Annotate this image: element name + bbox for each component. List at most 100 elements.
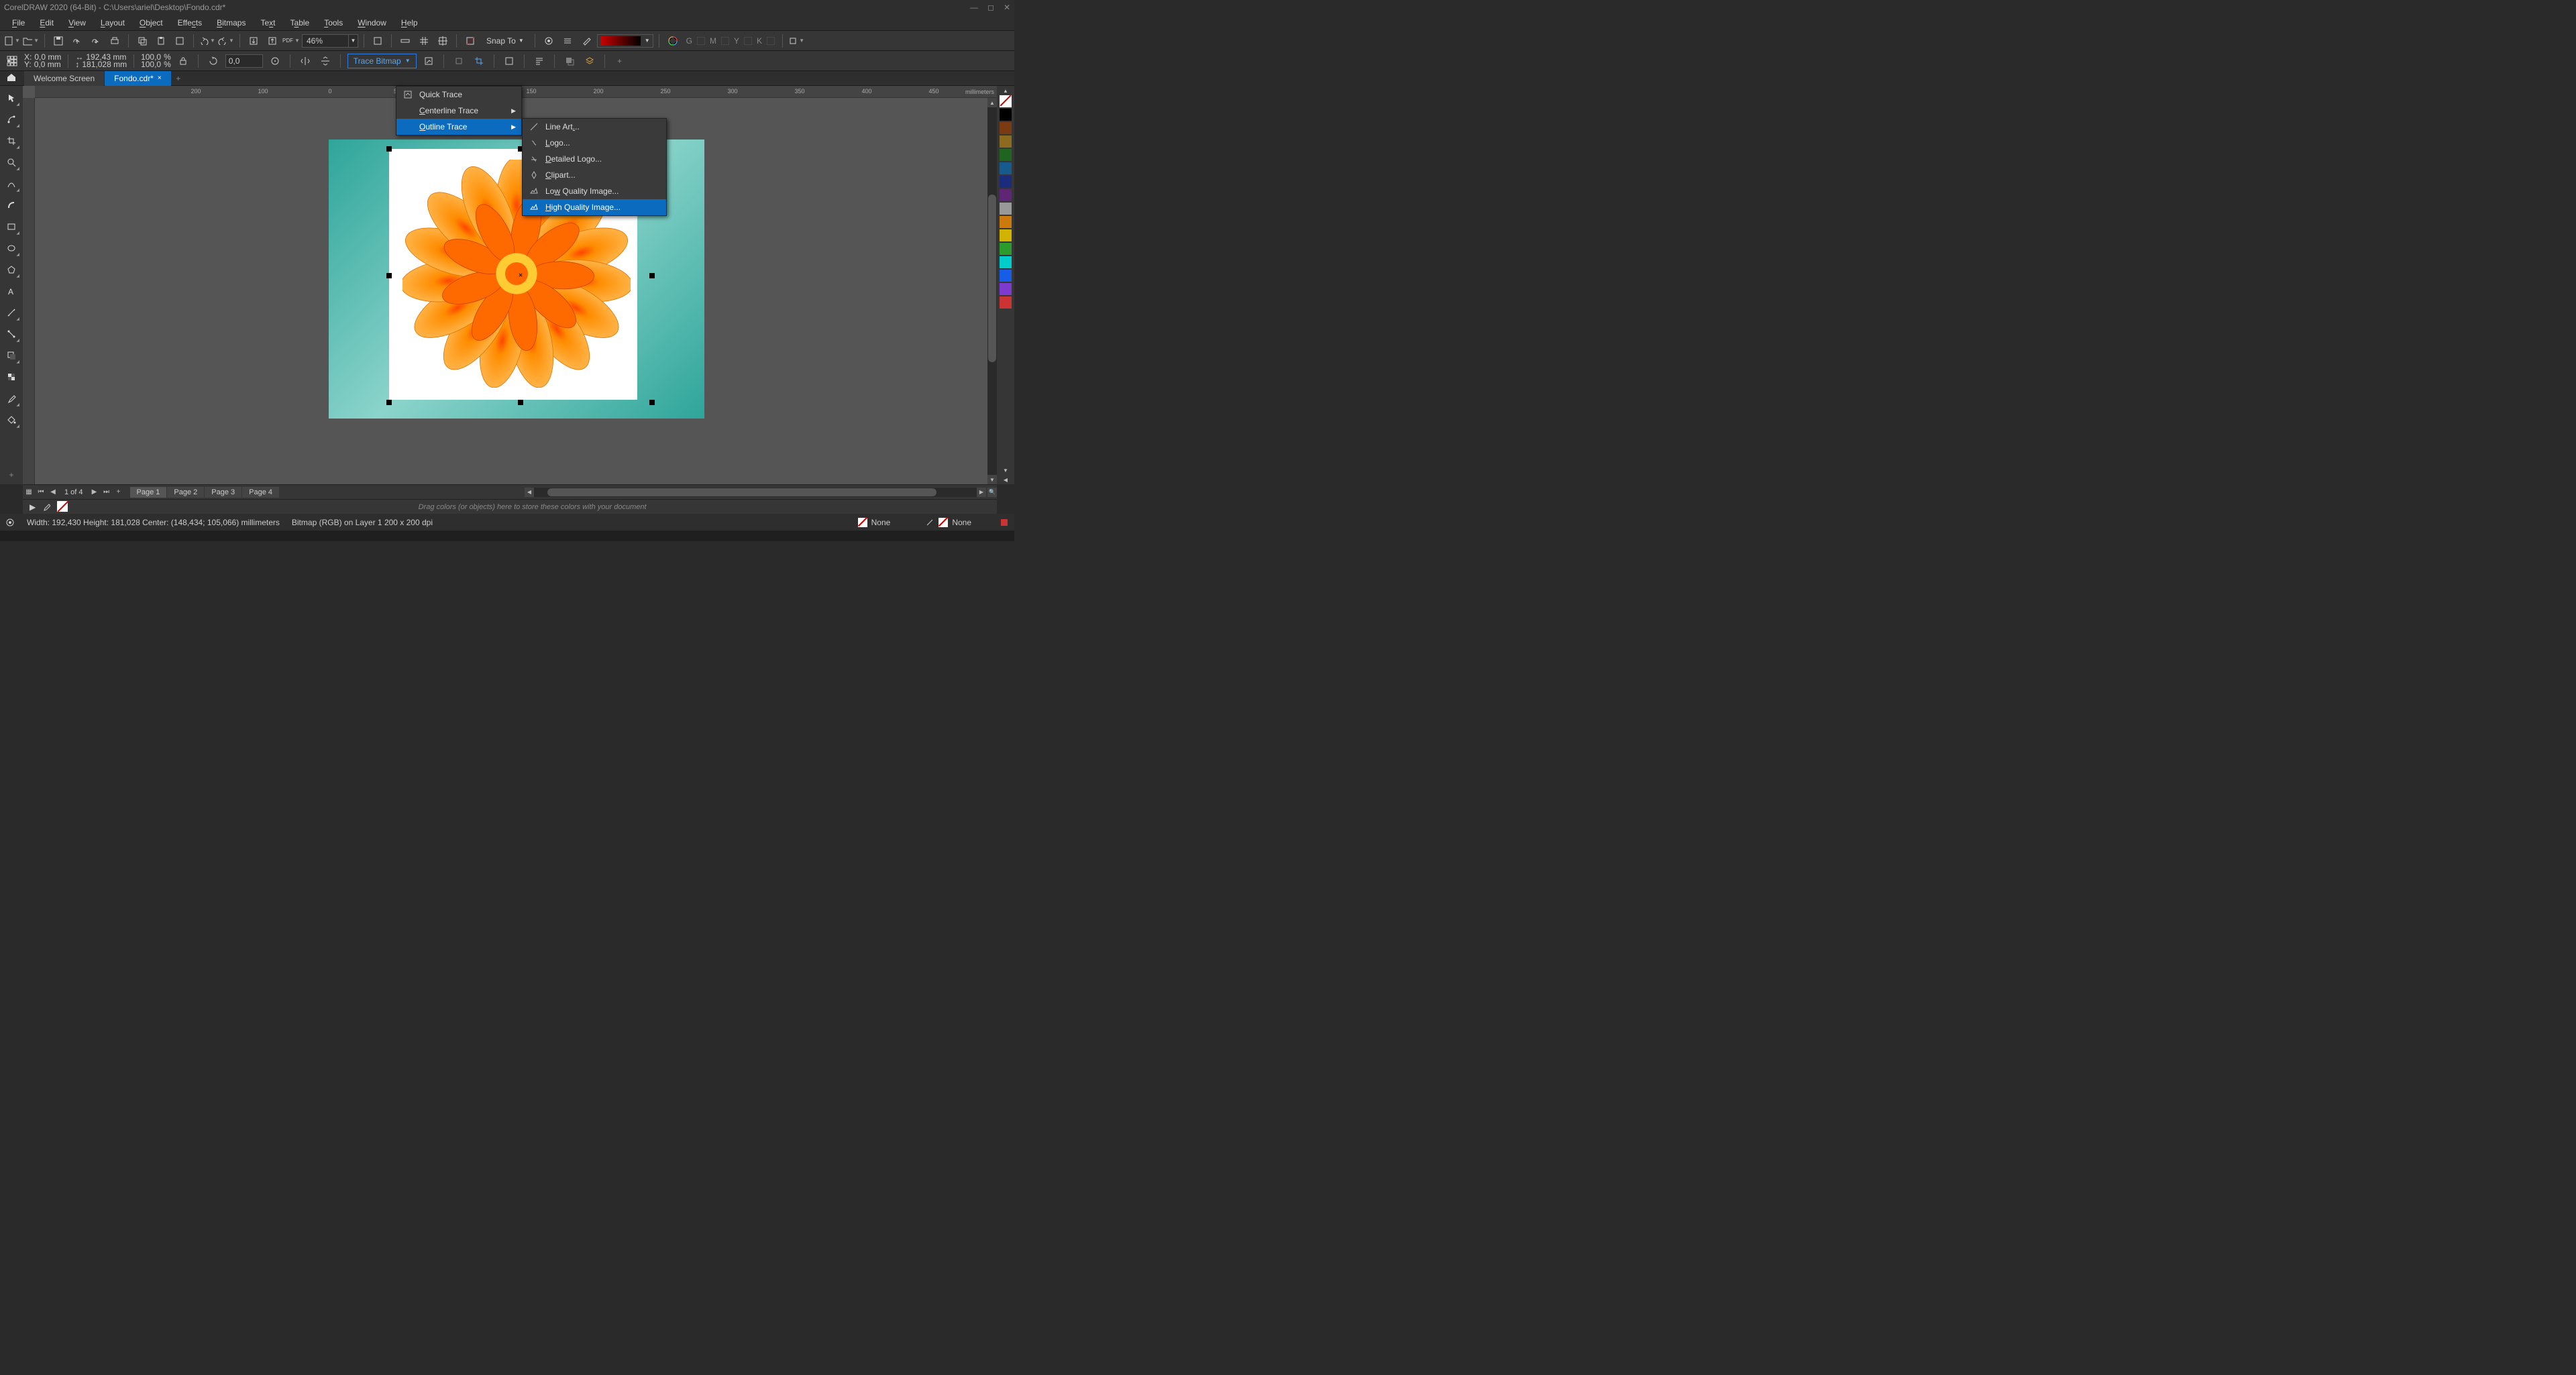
canvas[interactable]: ×: [35, 98, 997, 484]
menu-window[interactable]: Window: [351, 16, 393, 30]
import-button[interactable]: [246, 33, 262, 49]
rotate-icon[interactable]: [205, 53, 221, 69]
redo-button[interactable]: ▼: [218, 33, 234, 49]
color-swatch[interactable]: [1000, 176, 1012, 188]
menu-layout[interactable]: Layout: [94, 16, 131, 30]
guidelines-button[interactable]: [435, 33, 451, 49]
sample-icon[interactable]: [451, 53, 467, 69]
artistic-media-tool[interactable]: [3, 196, 20, 215]
vertical-scrollbar[interactable]: ▲ ▼: [987, 98, 997, 484]
submenu-item-2[interactable]: Detailed Logo...: [523, 151, 666, 167]
options2-button[interactable]: [559, 33, 576, 49]
maximize-button[interactable]: ◻: [987, 3, 994, 12]
zoom-field[interactable]: 46%: [302, 34, 349, 48]
palette-down[interactable]: ▼: [1000, 465, 1012, 475]
copy-button[interactable]: [134, 33, 150, 49]
color-swatch[interactable]: [1000, 149, 1012, 161]
rotation-center-icon[interactable]: [267, 53, 283, 69]
prev-page-button[interactable]: ◀: [47, 486, 59, 498]
menu-text[interactable]: Text: [254, 16, 282, 30]
vertical-ruler[interactable]: [23, 98, 35, 484]
parallel-dimension-tool[interactable]: ◢: [3, 303, 20, 322]
color-swatch[interactable]: [1000, 270, 1012, 282]
options-button[interactable]: [541, 33, 557, 49]
paste-button[interactable]: [153, 33, 169, 49]
no-fill-swatch[interactable]: [1000, 95, 1012, 107]
color-proof-icon[interactable]: [1000, 518, 1009, 527]
minimize-button[interactable]: —: [970, 3, 978, 12]
text-tool[interactable]: A: [3, 282, 20, 300]
text-wrap-icon[interactable]: [531, 53, 547, 69]
layers-icon[interactable]: [582, 53, 598, 69]
shape-tool[interactable]: ◢: [3, 110, 20, 129]
last-page-button[interactable]: ⏭: [101, 486, 113, 498]
pdf-button[interactable]: PDF▼: [283, 33, 299, 49]
color-swatch[interactable]: [1000, 122, 1012, 134]
doc-palette-nofill[interactable]: [57, 501, 68, 512]
color-swatch[interactable]: [1000, 203, 1012, 215]
color-wheel-icon[interactable]: [665, 33, 681, 49]
edit-bitmap-icon[interactable]: [421, 53, 437, 69]
fill-swatch-icon[interactable]: [858, 518, 867, 527]
fullscreen-button[interactable]: [370, 33, 386, 49]
menu-outline-trace[interactable]: Outline Trace ▶: [396, 119, 521, 135]
trace-bitmap-button[interactable]: Trace Bitmap▼: [347, 54, 417, 68]
color-swatch[interactable]: [1000, 189, 1012, 201]
eyedropper-tool[interactable]: ◢: [3, 389, 20, 408]
snap-to-button[interactable]: Snap To▼: [481, 35, 529, 47]
export-button[interactable]: [264, 33, 280, 49]
drop-shadow-tool[interactable]: ◢: [3, 346, 20, 365]
cloud-down-icon[interactable]: [88, 33, 104, 49]
color-swatch[interactable]: [1000, 243, 1012, 255]
next-page-button[interactable]: ▶: [89, 486, 101, 498]
snap-off-icon[interactable]: [462, 33, 478, 49]
wrap-icon[interactable]: [501, 53, 517, 69]
home-icon[interactable]: [7, 73, 16, 81]
menu-tools[interactable]: Tools: [317, 16, 350, 30]
doc-palette-menu[interactable]: ▶: [30, 502, 36, 512]
order-front-icon[interactable]: [561, 53, 578, 69]
crop-tool[interactable]: ◢: [3, 131, 20, 150]
menu-object[interactable]: Object: [133, 16, 170, 30]
color-swatch[interactable]: [1000, 162, 1012, 174]
toolbox-expand[interactable]: +: [3, 465, 20, 484]
page-tab-4[interactable]: Page 4: [242, 487, 279, 498]
menu-table[interactable]: Table: [284, 16, 317, 30]
horizontal-scrollbar[interactable]: ◀▶ 🔍: [525, 488, 997, 497]
plus-button[interactable]: +: [612, 53, 628, 69]
pen-tool-icon[interactable]: [578, 33, 594, 49]
page-tab-3[interactable]: Page 3: [205, 487, 241, 498]
new-button[interactable]: ▼: [4, 33, 20, 49]
color-swatch[interactable]: [1000, 296, 1012, 309]
rulers-button[interactable]: [397, 33, 413, 49]
menu-view[interactable]: View: [62, 16, 93, 30]
submenu-item-5[interactable]: High Quality Image...: [523, 199, 666, 215]
color-swatch[interactable]: [1000, 109, 1012, 121]
color-swatch[interactable]: [1000, 229, 1012, 241]
rotation-field[interactable]: 0,0: [225, 54, 263, 68]
color-swatch[interactable]: [1000, 256, 1012, 268]
color-swatch[interactable]: [1000, 283, 1012, 295]
menu-effects[interactable]: Effects: [171, 16, 209, 30]
crop-icon[interactable]: [471, 53, 487, 69]
print-button[interactable]: [107, 33, 123, 49]
palette-up[interactable]: ▲: [1000, 86, 1012, 95]
scale-fields[interactable]: 100,0% 100,0%: [141, 54, 171, 68]
open-button[interactable]: ▼: [23, 33, 39, 49]
color-swatch[interactable]: [1000, 135, 1012, 148]
new-tab-button[interactable]: +: [172, 74, 185, 83]
grid-button[interactable]: [416, 33, 432, 49]
outline-pen-icon[interactable]: [925, 518, 934, 527]
tab-welcome[interactable]: Welcome Screen: [24, 71, 104, 86]
transparency-tool[interactable]: [3, 368, 20, 386]
cloud-up-icon[interactable]: [69, 33, 85, 49]
freehand-tool[interactable]: ◢: [3, 174, 20, 193]
tab-document[interactable]: Fondo.cdr*×: [105, 71, 171, 86]
connector-tool[interactable]: ◢: [3, 325, 20, 343]
fill-tool[interactable]: ◢: [3, 410, 20, 429]
pick-tool[interactable]: ◢: [3, 89, 20, 107]
zoom-tool[interactable]: ◢: [3, 153, 20, 172]
close-tab-icon[interactable]: ×: [158, 74, 162, 82]
menu-quick-trace[interactable]: Quick Trace: [396, 87, 521, 103]
rectangle-tool[interactable]: ◢: [3, 217, 20, 236]
